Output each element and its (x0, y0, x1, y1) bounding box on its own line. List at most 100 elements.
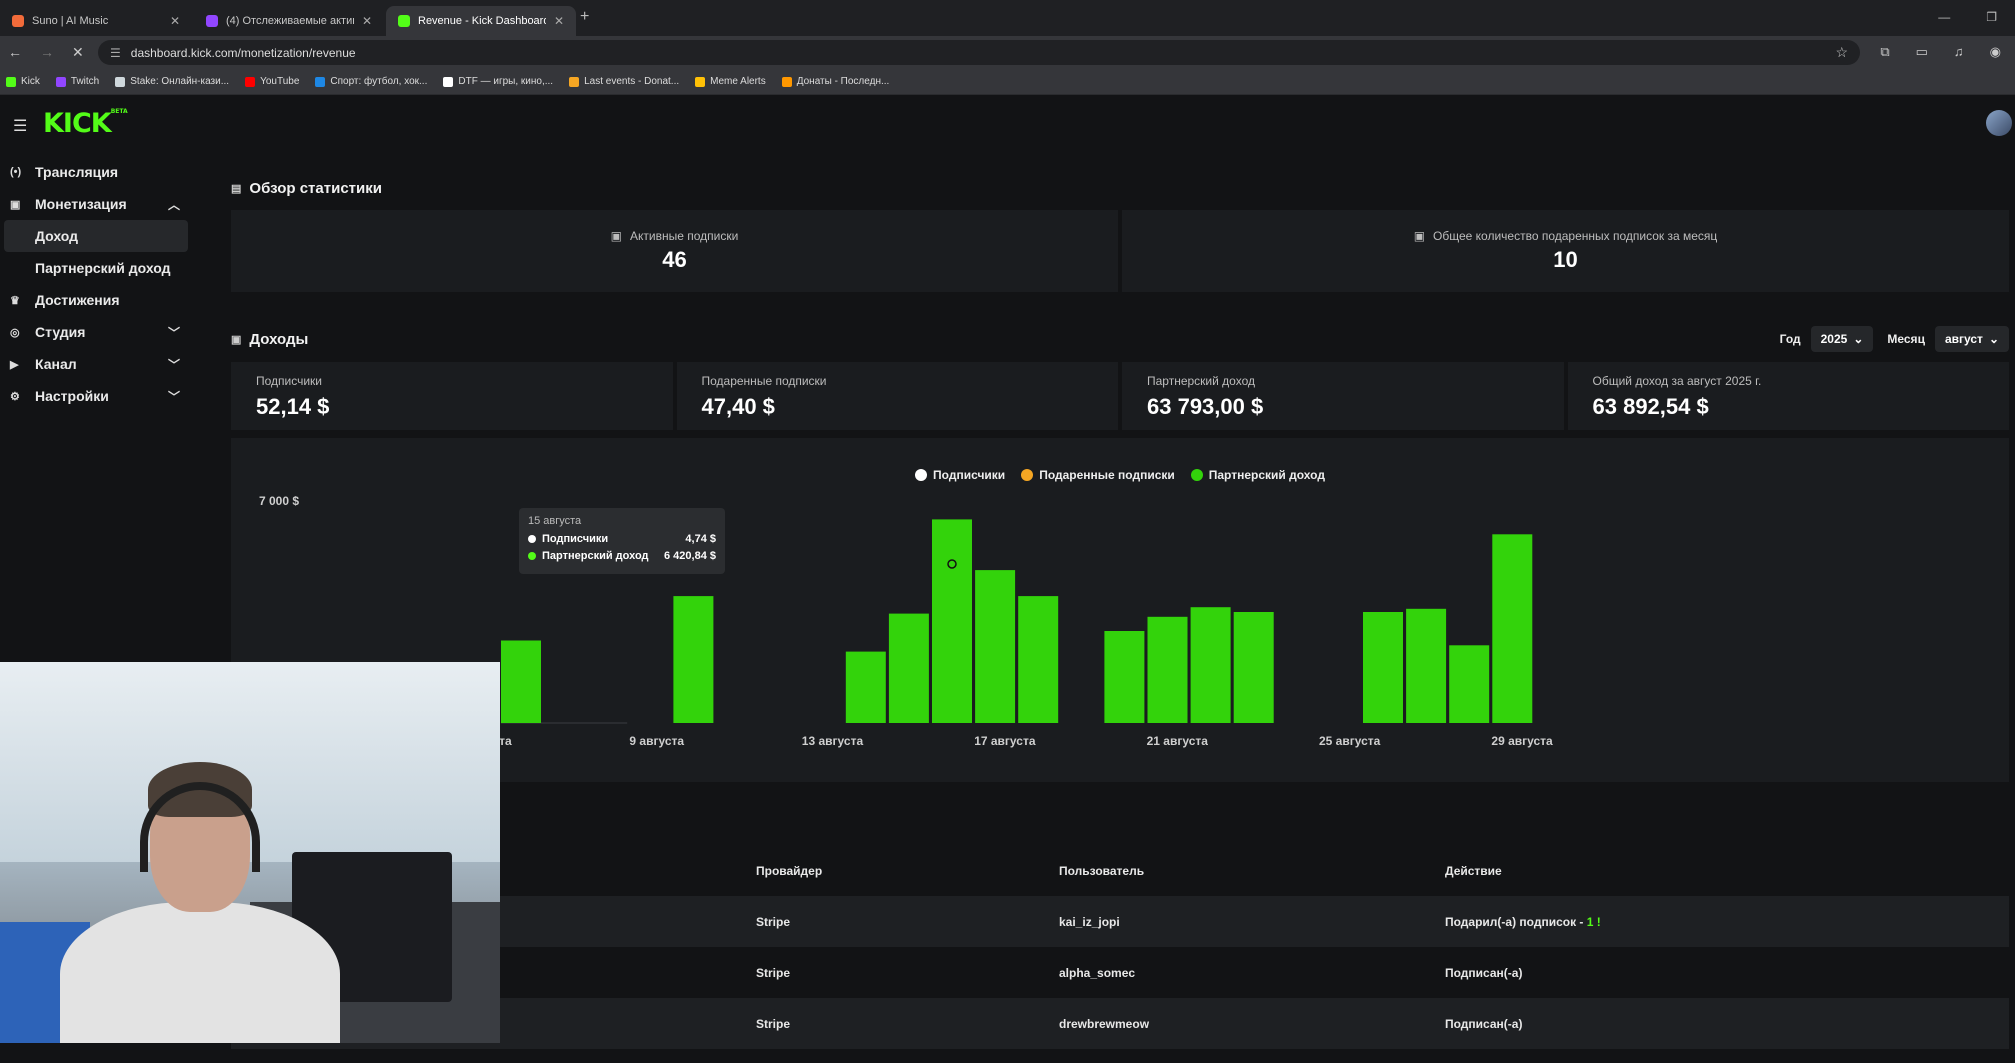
bar-day-16[interactable] (975, 570, 1016, 723)
bookmark-sport[interactable]: Спорт: футбол, хок... (315, 76, 427, 87)
bar-day-21[interactable] (1190, 607, 1231, 723)
column-header-action[interactable]: Действие (1431, 864, 2009, 878)
url-input[interactable]: ☰ dashboard.kick.com/monetization/revenu… (98, 40, 1860, 65)
bar-day-13[interactable] (845, 651, 886, 723)
income-card-affiliate: Партнерский доход 63 793,00 $ (1122, 362, 1564, 430)
bookmark-donaty[interactable]: Донаты - Последн... (781, 76, 889, 87)
label-text: Активные подписки (630, 229, 739, 243)
x-tick-label: 9 августа (629, 734, 684, 748)
gear-icon: ⚙ (10, 390, 20, 403)
sidebar-item-settings[interactable]: ⚙ Настройки ﹀ (0, 380, 194, 412)
tooltip-row-subscribers: Подписчики 4,74 $ (528, 533, 716, 545)
income-value: 47,40 $ (701, 394, 775, 419)
new-tab-icon[interactable]: + (580, 8, 589, 26)
sidebar-item-broadcast[interactable]: (•) Трансляция (0, 156, 194, 188)
kick-logo[interactable]: KICKBETA (43, 108, 128, 139)
webcam-person-body (60, 902, 340, 1043)
sidebar-item-affiliate-income[interactable]: Партнерский доход (0, 252, 194, 284)
url-text: dashboard.kick.com/monetization/revenue (130, 45, 356, 60)
income-filters: Год 2025 ⌄ Месяц август ⌄ (1780, 326, 2009, 352)
income-cards: Подписчики 52,14 $ Подаренные подписки 4… (231, 362, 2009, 430)
donat-bookmark-icon (569, 76, 580, 87)
bookmark-twitch[interactable]: Twitch (55, 76, 100, 87)
income-header: ▣ Доходы Год 2025 ⌄ Месяц август ⌄ (231, 324, 2009, 354)
bar-day-25[interactable] (1363, 612, 1403, 723)
twitch-favicon-icon (206, 15, 218, 27)
avatar[interactable] (1986, 110, 2012, 136)
trophy-icon: ♛ (10, 294, 20, 307)
income-card-gifted: Подаренные подписки 47,40 $ (676, 362, 1118, 430)
bar-day-26[interactable] (1406, 608, 1447, 723)
sidebar-item-monetization[interactable]: ▣ Монетизация ︿ (0, 188, 194, 220)
sport-bookmark-icon (315, 76, 326, 87)
cell-user[interactable]: kai_iz_jopi (1045, 915, 1431, 929)
beta-badge: BETA (110, 108, 128, 115)
media-icon[interactable]: ♫ (1954, 44, 1964, 60)
bookmark-donat[interactable]: Last events - Donat... (569, 76, 679, 87)
close-tab-icon[interactable]: ✕ (554, 14, 564, 28)
tab-twitch[interactable]: (4) Отслеживаемые активные ✕ (194, 6, 384, 36)
tab-kick-revenue[interactable]: Revenue - Kick Dashboard ✕ (386, 6, 576, 36)
bar-day-22[interactable] (1233, 612, 1274, 723)
column-header-provider[interactable]: Провайдер (743, 864, 1045, 878)
year-select[interactable]: 2025 ⌄ (1810, 326, 1874, 352)
tab-suno[interactable]: Suno | AI Music ✕ (0, 6, 192, 36)
restore-icon[interactable]: ❐ (1986, 10, 1997, 24)
bar-day-14[interactable] (888, 613, 929, 723)
minimize-icon[interactable]: — (1938, 10, 1950, 24)
sidebar-item-achievements[interactable]: ♛ Достижения (0, 284, 194, 316)
gift-icon: ▣ (1413, 229, 1426, 243)
cell-user[interactable]: drewbrewmeow (1045, 1017, 1431, 1031)
back-icon[interactable]: ← (8, 44, 22, 61)
bar-day-9[interactable] (673, 596, 714, 723)
bar-day-17[interactable] (1018, 596, 1059, 723)
extensions-icon[interactable]: ⧉ (1880, 44, 1889, 60)
cell-user[interactable]: alpha_somec (1045, 966, 1431, 980)
sidebar-item-label: Канал (35, 356, 77, 372)
profile-icon[interactable]: ◉ (1990, 44, 2001, 60)
forward-icon[interactable]: → (40, 44, 54, 61)
sidebar-item-revenue[interactable]: Доход (4, 220, 188, 252)
bar-day-5[interactable] (501, 640, 541, 724)
top-navigation: ☰ KICKBETA (0, 96, 2015, 152)
bookmark-star-icon[interactable]: ☆ (1835, 44, 1848, 61)
income-label: Подписчики (256, 374, 323, 388)
column-header-user[interactable]: Пользователь (1045, 864, 1431, 878)
bar-day-19[interactable] (1104, 631, 1145, 723)
income-title: ▣ Доходы (231, 331, 308, 348)
chevron-down-icon: ﹀ (167, 325, 180, 340)
month-select[interactable]: август ⌄ (1934, 326, 2009, 352)
window-controls: — ❐ (1938, 10, 1997, 24)
tooltip-dot (528, 535, 536, 543)
bookmark-stake[interactable]: Stake: Онлайн-кази... (115, 76, 229, 87)
tab-title: Revenue - Kick Dashboard (418, 15, 546, 27)
close-tab-icon[interactable]: ✕ (170, 14, 180, 28)
bookmark-dtf[interactable]: DTF — игры, кино,... (443, 76, 553, 87)
site-info-icon[interactable]: ☰ (110, 46, 121, 60)
sidebar-item-label: Достижения (35, 292, 120, 308)
bookmark-youtube[interactable]: YouTube (245, 76, 299, 87)
bookmark-kick[interactable]: Kick (6, 76, 40, 87)
bookmark-meme-alerts[interactable]: Meme Alerts (695, 76, 766, 87)
income-icon: ▣ (231, 333, 242, 346)
bar-day-28[interactable] (1492, 534, 1533, 723)
cell-action: Подарил(-а) подписок - 1 ! (1431, 915, 2009, 929)
sidebar-item-channel[interactable]: ▶ Канал ﹀ (0, 348, 194, 380)
bar-day-20[interactable] (1147, 616, 1188, 723)
chevron-down-icon: ⌄ (1853, 332, 1864, 346)
menu-icon[interactable]: ☰ (13, 116, 27, 136)
action-text: Подписан(-а) (1445, 1016, 1523, 1031)
month-label: Месяц (1887, 332, 1925, 346)
split-view-icon[interactable]: ▭ (1916, 44, 1928, 60)
close-tab-icon[interactable]: ✕ (362, 14, 372, 28)
sidebar-item-label: Доход (35, 228, 79, 244)
sidebar-item-studio[interactable]: ◎ Студия ﹀ (0, 316, 194, 348)
bookmark-label: Twitch (70, 76, 100, 87)
stop-loading-icon[interactable]: ✕ (72, 44, 84, 61)
gifted-subs-value: 10 (1553, 247, 1578, 272)
wallet-icon: ▣ (10, 198, 21, 211)
bar-day-27[interactable] (1449, 645, 1490, 723)
stats-overview: ▣ Активные подписки 46 ▣ Общее количество … (231, 210, 2009, 292)
bar-day-15[interactable] (932, 519, 972, 723)
income-value: 63 793,00 $ (1147, 394, 1264, 419)
